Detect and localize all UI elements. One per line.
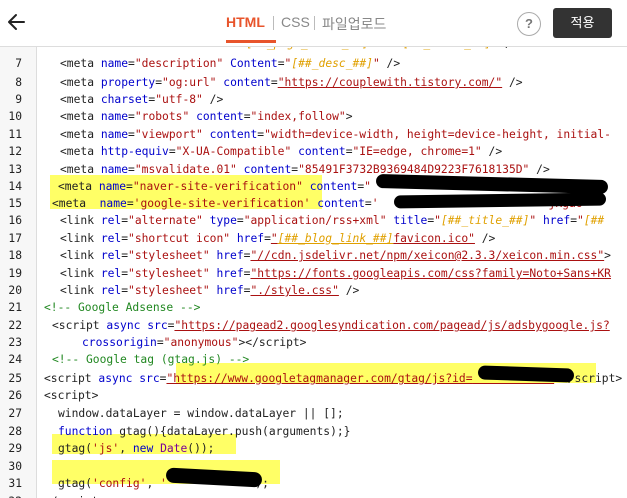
code-line: 30 [8,460,22,473]
code-editor[interactable]: <meta name="title" content="[##_page_tit… [0,47,627,498]
code-line: 20 <link rel="stylesheet" href="./style.c… [8,284,360,297]
code-line: 13 <meta name="msvalidate.01" content="85… [8,163,550,176]
help-button[interactable]: ? [517,12,541,36]
code-line: 23 crossorigin="anonymous"></script> [8,336,307,349]
code-line: 28 function gtag(){dataLayer.push(argumen… [8,425,351,438]
tab-file-upload[interactable]: 파일업로드 [322,14,386,34]
tab-html[interactable]: HTML [226,14,265,30]
active-tab-underline [226,40,276,43]
code-line: 10 <meta name="robots" content="index,fol… [8,110,353,123]
code-line: 16 <link rel="alternate" type="applicatio… [8,214,605,227]
tab-divider [314,16,315,30]
code-line: <meta name="title" content="[##_page_tit… [0,47,627,53]
code-line: 26 <script> [8,389,99,402]
code-line: 17 <link rel="shortcut icon" href="[##_bl… [8,232,496,245]
code-line: 27 window.dataLayer = window.dataLayer ||… [8,407,344,420]
code-line: 29 gtag('js', new Date()); [8,442,215,455]
code-line: 22 <script async src="https://pagead2.goo… [8,319,610,332]
code-line: 12 <meta http-equiv="X-UA-Compatible" con… [8,145,503,158]
code-line: 31gtag('config', ' '); [8,477,269,490]
back-arrow-icon[interactable] [4,8,32,36]
code-line: 11 <meta name="viewport" content="width=d… [8,128,611,141]
code-line: 7 <meta name="description" Content="[##_d… [15,57,401,70]
apply-button[interactable]: 적용 [553,8,612,38]
code-line: 18 <link rel="stylesheet" href="//cdn.jsd… [8,249,611,262]
code-line: 8 <meta property="og:url" content="https:… [15,76,523,89]
top-bar: HTML CSS 파일업로드 ? 적용 [0,0,627,47]
tab-css[interactable]: CSS [281,14,310,30]
code-line: 19 <link rel="stylesheet" href="https://f… [8,267,611,280]
code-line: 21 <!-- Google Adsense --> [8,301,201,314]
tab-divider [273,16,274,30]
code-line: 9 <meta charset="utf-8" /> [15,93,224,106]
